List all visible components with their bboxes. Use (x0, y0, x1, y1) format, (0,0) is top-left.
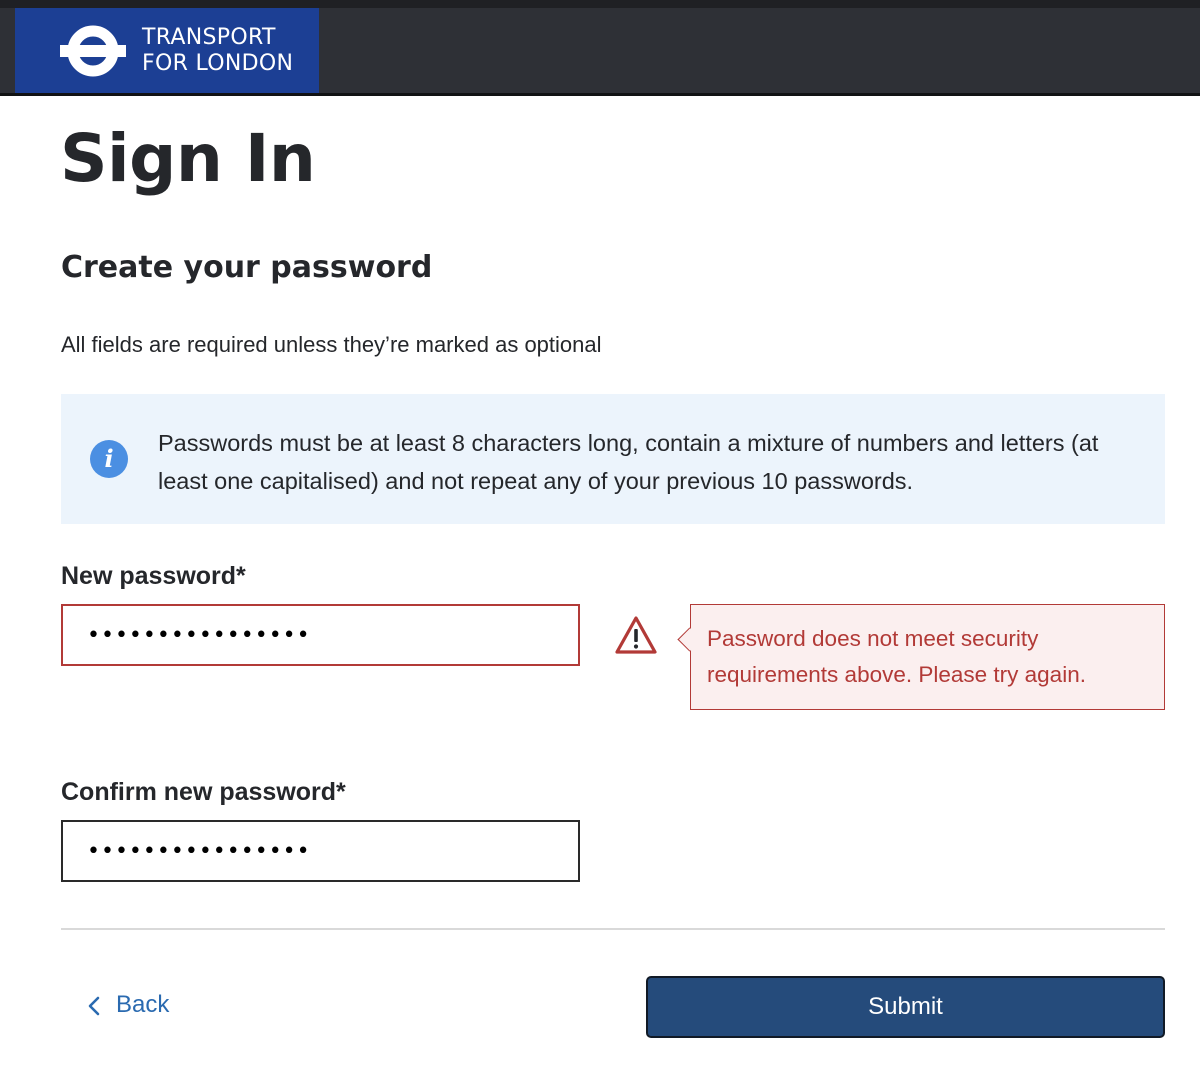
new-password-label: New password* (61, 562, 246, 590)
submit-button[interactable]: Submit (646, 976, 1165, 1038)
password-rules-info-box: i Passwords must be at least 8 character… (61, 394, 1165, 524)
password-rules-text: Passwords must be at least 8 characters … (158, 430, 1099, 494)
logo-line-1: TRANSPORT (142, 25, 276, 50)
roundel-icon (60, 25, 126, 77)
top-header-bar: TRANSPORT FOR LONDON (0, 0, 1200, 96)
page-subtitle: Create your password (61, 250, 433, 285)
error-message-text: Password does not meet security requirem… (707, 626, 1086, 687)
confirm-password-label: Confirm new password* (61, 778, 346, 806)
info-icon: i (90, 440, 128, 478)
chevron-left-icon (88, 996, 100, 1016)
error-callout-arrow (677, 627, 702, 652)
confirm-password-input[interactable] (61, 820, 580, 882)
logo-line-2: FOR LONDON (142, 51, 294, 76)
back-link[interactable]: Back (86, 989, 169, 1021)
required-fields-note: All fields are required unless they’re m… (61, 332, 602, 357)
logo-wordmark: TRANSPORT FOR LONDON (142, 25, 293, 77)
new-password-input[interactable] (61, 604, 580, 666)
tfl-logo[interactable]: TRANSPORT FOR LONDON (15, 8, 319, 93)
form-divider (61, 928, 1165, 930)
warning-icon (615, 616, 657, 654)
back-link-label: Back (116, 991, 170, 1018)
password-error-message: Password does not meet security requirem… (677, 604, 1165, 710)
page-title: Sign In (60, 120, 316, 197)
